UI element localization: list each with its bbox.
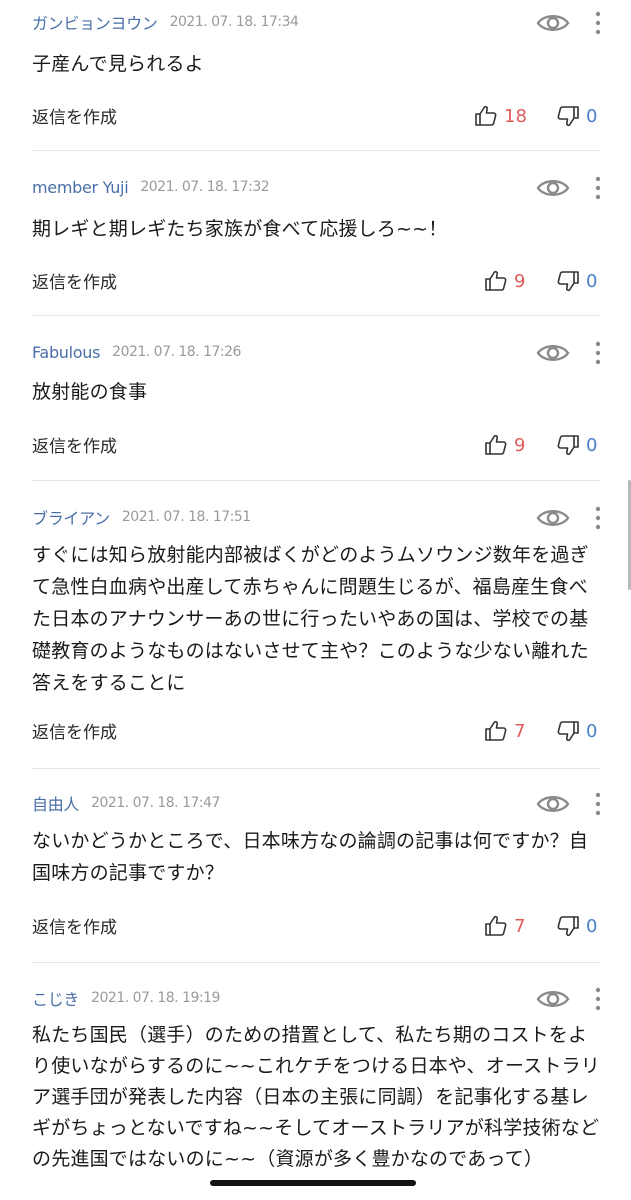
comment-text: すぐには知ら放射能内部被ばくがどのようムソウンジ数年を過ぎて急性白血病や出産して… xyxy=(32,544,589,694)
thumbs-down-icon xyxy=(556,104,580,128)
eye-icon[interactable] xyxy=(536,507,570,529)
comment-author[interactable]: 自由人 xyxy=(32,791,79,815)
divider xyxy=(32,768,600,769)
reply-button[interactable]: 返信を作成 xyxy=(32,913,117,938)
thumbs-up-icon xyxy=(484,914,508,938)
comment-text: 子産んで見られるよ xyxy=(32,53,204,75)
eye-icon[interactable] xyxy=(536,12,570,34)
like-button[interactable]: 9 xyxy=(484,266,525,296)
like-count: 7 xyxy=(514,915,526,937)
reply-button[interactable]: 返信を作成 xyxy=(32,432,117,457)
reply-button[interactable]: 返信を作成 xyxy=(32,268,117,293)
comment-author[interactable]: member Yuji xyxy=(32,178,129,197)
like-button[interactable]: 7 xyxy=(484,911,525,941)
thumbs-up-icon xyxy=(474,104,498,128)
comment-actions: 返信を作成 7 0 xyxy=(0,911,631,941)
dislike-button[interactable]: 0 xyxy=(556,430,597,460)
eye-icon[interactable] xyxy=(536,342,570,364)
thumbs-down-icon xyxy=(556,914,580,938)
eye-icon[interactable] xyxy=(536,793,570,815)
thumbs-down-icon xyxy=(556,269,580,293)
comment-text: ないかどうかところで、日本味方なの論調の記事は何ですか？自国味方の記事ですか？ xyxy=(32,830,589,884)
comment-actions: 返信を作成 7 0 xyxy=(0,716,631,746)
dislike-count: 0 xyxy=(586,105,598,127)
dislike-count: 0 xyxy=(586,270,598,292)
comment-text: 期レギと期レギたち家族が食べて応援しろ~~！ xyxy=(32,218,448,240)
comment-author[interactable]: こじき xyxy=(32,986,79,1010)
comment-author[interactable]: Fabulous xyxy=(32,343,100,362)
dislike-button[interactable]: 0 xyxy=(556,911,597,941)
home-indicator[interactable] xyxy=(210,1180,416,1186)
comment-meta: 自由人 2021. 07. 18. 17:47 xyxy=(32,791,220,815)
comment-meta: こじき 2021. 07. 18. 19:19 xyxy=(32,986,220,1010)
thumbs-up-icon xyxy=(484,269,508,293)
comment-actions: 返信を作成 18 0 xyxy=(0,101,631,131)
comment-date: 2021. 07. 18. 19:19 xyxy=(91,990,220,1006)
divider xyxy=(32,962,600,963)
eye-icon[interactable] xyxy=(536,177,570,199)
divider xyxy=(32,315,600,316)
like-count: 9 xyxy=(514,434,526,456)
divider xyxy=(32,150,600,151)
more-options-icon[interactable] xyxy=(590,505,606,531)
comment-meta: ガンビョンヨウン 2021. 07. 18. 17:34 xyxy=(32,10,299,34)
reply-button[interactable]: 返信を作成 xyxy=(32,103,117,128)
comment-date: 2021. 07. 18. 17:47 xyxy=(91,795,220,811)
comment-meta: ブライアン 2021. 07. 18. 17:51 xyxy=(32,505,251,529)
comment-meta: member Yuji 2021. 07. 18. 17:32 xyxy=(32,175,270,199)
eye-icon[interactable] xyxy=(536,988,570,1010)
more-options-icon[interactable] xyxy=(590,10,606,36)
thumbs-down-icon xyxy=(556,433,580,457)
comment-date: 2021. 07. 18. 17:26 xyxy=(112,344,241,360)
dislike-button[interactable]: 0 xyxy=(556,716,597,746)
comment-actions: 返信を作成 9 0 xyxy=(0,430,631,460)
reply-button[interactable]: 返信を作成 xyxy=(32,718,117,743)
thumbs-down-icon xyxy=(556,719,580,743)
more-options-icon[interactable] xyxy=(590,986,606,1012)
comment-date: 2021. 07. 18. 17:51 xyxy=(121,509,251,525)
more-options-icon[interactable] xyxy=(590,175,606,201)
dislike-button[interactable]: 0 xyxy=(556,101,597,131)
thumbs-up-icon xyxy=(484,433,508,457)
like-count: 7 xyxy=(514,720,526,742)
like-button[interactable]: 7 xyxy=(484,716,525,746)
like-count: 9 xyxy=(514,270,526,292)
like-button[interactable]: 18 xyxy=(474,101,527,131)
more-options-icon[interactable] xyxy=(590,340,606,366)
more-options-icon[interactable] xyxy=(590,791,606,817)
comment-date: 2021. 07. 18. 17:34 xyxy=(169,14,299,30)
divider xyxy=(32,480,600,481)
dislike-button[interactable]: 0 xyxy=(556,266,597,296)
dislike-count: 0 xyxy=(586,720,598,742)
comment-text: 私たち国民（選手）のための措置として、私たち期のコストをより使いながらするのに~… xyxy=(32,1024,600,1170)
comment-text: 放射能の食事 xyxy=(32,381,148,403)
comment-meta: Fabulous 2021. 07. 18. 17:26 xyxy=(32,340,241,364)
dislike-count: 0 xyxy=(586,915,598,937)
dislike-count: 0 xyxy=(586,434,598,456)
comment-author[interactable]: ガンビョンヨウン xyxy=(32,10,158,34)
like-button[interactable]: 9 xyxy=(484,430,525,460)
comment-actions: 返信を作成 9 0 xyxy=(0,266,631,296)
comment-author[interactable]: ブライアン xyxy=(32,505,110,529)
like-count: 18 xyxy=(504,105,527,127)
comment-date: 2021. 07. 18. 17:32 xyxy=(140,179,270,195)
thumbs-up-icon xyxy=(484,719,508,743)
